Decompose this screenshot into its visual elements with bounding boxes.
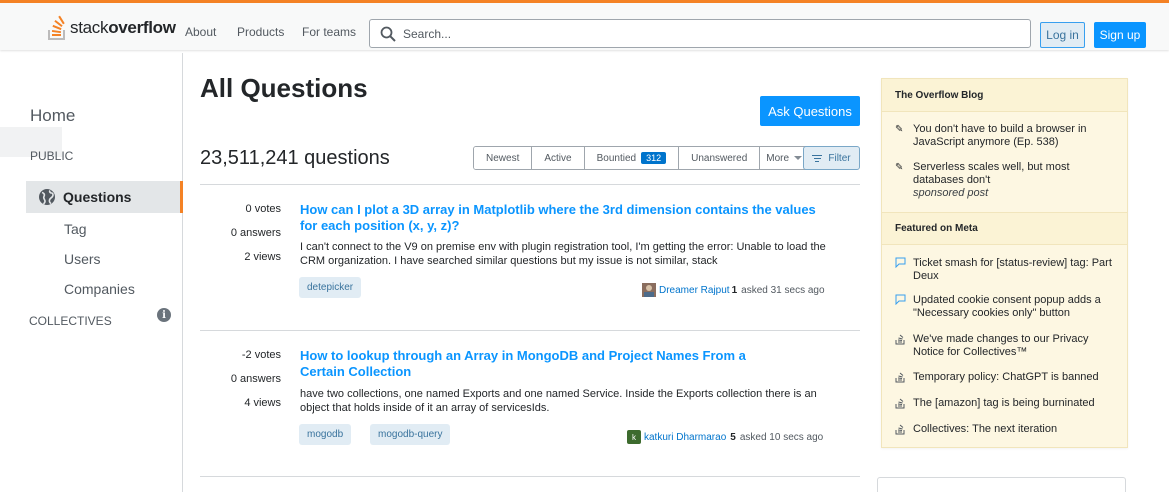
blog-item[interactable]: ✎ You don't have to build a browser in J… bbox=[895, 123, 1120, 149]
sort-filter-group: Newest Active Bountied 312 Unanswered Mo… bbox=[473, 146, 810, 170]
sidebar-item-users[interactable]: Users bbox=[64, 251, 101, 267]
answer-count: 0 answers bbox=[230, 373, 281, 385]
vote-count: 0 votes bbox=[245, 203, 281, 215]
search-icon bbox=[380, 26, 396, 42]
avatar[interactable] bbox=[642, 283, 656, 297]
logo-text: stackoverflow bbox=[70, 18, 176, 37]
filter-active[interactable]: Active bbox=[532, 147, 585, 169]
divider bbox=[200, 476, 860, 477]
filter-icon bbox=[812, 153, 823, 164]
meta-item-text: Temporary policy: ChatGPT is banned bbox=[913, 371, 1099, 383]
vote-count: -2 votes bbox=[241, 349, 281, 361]
view-count: 4 views bbox=[244, 397, 281, 409]
meta-item-text: Updated cookie consent popup adds a "Nec… bbox=[913, 294, 1101, 319]
filter-more-dropdown[interactable]: More bbox=[760, 147, 809, 169]
user-name-link[interactable]: Dreamer Rajput bbox=[659, 285, 730, 296]
search-input[interactable] bbox=[403, 26, 1003, 41]
divider bbox=[200, 330, 860, 331]
meta-item[interactable]: Updated cookie consent popup adds a "Nec… bbox=[895, 294, 1120, 320]
login-button[interactable]: Log in bbox=[1040, 22, 1085, 48]
meta-item-text: The [amazon] tag is being burninated bbox=[913, 397, 1095, 409]
sponsored-label: sponsored post bbox=[913, 187, 989, 199]
pencil-icon: ✎ bbox=[895, 162, 904, 173]
filter-more-label: More bbox=[766, 152, 790, 164]
sidebar-section-public: PUBLIC bbox=[30, 149, 74, 163]
asked-time: asked 10 secs ago bbox=[739, 431, 824, 443]
meta-item[interactable]: Temporary policy: ChatGPT is banned bbox=[895, 371, 1120, 387]
blog-item[interactable]: ✎ Serverless scales well, but most datab… bbox=[895, 161, 1120, 200]
question-title-link[interactable]: How to lookup through an Array in MongoD… bbox=[300, 348, 770, 380]
blog-item-text: Serverless scales well, but most databas… bbox=[913, 161, 1070, 186]
sidebar-item-home[interactable]: Home bbox=[30, 106, 75, 126]
asked-time: asked 31 secs ago bbox=[741, 284, 825, 296]
info-icon[interactable]: i bbox=[157, 308, 171, 322]
search-bar bbox=[369, 19, 1031, 48]
question-meta: Dreamer Rajput 1 asked 31 secs ago bbox=[642, 283, 825, 297]
meta-item-text: Ticket smash for [status-review] tag: Pa… bbox=[913, 257, 1112, 282]
sidebar-item-label: Questions bbox=[63, 189, 132, 205]
question-title-link[interactable]: How can I plot a 3D array in Matplotlib … bbox=[300, 202, 820, 234]
chat-bubble-icon bbox=[895, 257, 913, 283]
meta-item[interactable]: Collectives: The next iteration bbox=[895, 423, 1120, 439]
filter-bountied[interactable]: Bountied 312 bbox=[584, 147, 680, 169]
stack-icon bbox=[895, 333, 913, 359]
stackoverflow-logo-icon bbox=[47, 15, 67, 41]
globe-icon bbox=[39, 189, 55, 205]
meta-item[interactable]: Ticket smash for [status-review] tag: Pa… bbox=[895, 257, 1120, 283]
meta-item[interactable]: The [amazon] tag is being burninated bbox=[895, 397, 1120, 413]
question-tag[interactable]: detepicker bbox=[299, 277, 362, 298]
blog-item-text: You don't have to build a browser in Jav… bbox=[913, 123, 1087, 148]
ask-question-button[interactable]: Ask Questions bbox=[760, 96, 860, 126]
meta-item[interactable]: We've made changes to our Privacy Notice… bbox=[895, 333, 1120, 359]
sidebar-widget-bottom bbox=[877, 477, 1126, 492]
question-tag[interactable]: mogodb-query bbox=[370, 424, 451, 445]
filter-button-label: Filter bbox=[828, 152, 851, 164]
stack-icon bbox=[895, 423, 913, 439]
question-excerpt: I can't connect to the V9 on premise env… bbox=[300, 241, 826, 267]
bountied-count-badge: 312 bbox=[641, 152, 667, 164]
stack-icon bbox=[895, 397, 913, 413]
sidebar-item-tag[interactable]: Tag bbox=[64, 221, 87, 237]
filter-button[interactable]: Filter bbox=[803, 146, 860, 170]
avatar[interactable]: k bbox=[627, 430, 641, 444]
divider bbox=[200, 184, 860, 185]
site-logo[interactable]: stackoverflow bbox=[47, 15, 176, 41]
user-name-link[interactable]: katkuri Dharmarao bbox=[644, 432, 726, 443]
sidebar-section-collectives: COLLECTIVES bbox=[29, 314, 112, 328]
sidebar-item-questions[interactable]: Questions bbox=[26, 181, 183, 213]
question-excerpt: have two collections, one named Exports … bbox=[300, 388, 817, 414]
question-stats: 0 votes 0 answers 2 views bbox=[200, 202, 281, 274]
filter-bountied-label: Bountied bbox=[596, 152, 637, 164]
user-reputation: 5 bbox=[730, 431, 736, 443]
meta-header: Featured on Meta bbox=[882, 212, 1127, 245]
nav-products[interactable]: Products bbox=[237, 25, 284, 39]
pencil-icon: ✎ bbox=[895, 124, 904, 135]
nav-for-teams[interactable]: For teams bbox=[302, 25, 356, 39]
stack-icon bbox=[895, 371, 913, 387]
question-meta: k katkuri Dharmarao 5 asked 10 secs ago bbox=[627, 430, 823, 444]
filter-newest[interactable]: Newest bbox=[474, 147, 533, 169]
blog-sidebar-widget: The Overflow Blog ✎ You don't have to bu… bbox=[881, 78, 1128, 448]
question-count: 23,511,241 questions bbox=[200, 147, 390, 169]
nav-about[interactable]: About bbox=[185, 25, 216, 39]
user-reputation: 1 bbox=[731, 284, 738, 296]
question-tag[interactable]: mogodb bbox=[299, 424, 352, 445]
page-title: All Questions bbox=[200, 73, 368, 103]
meta-item-text: We've made changes to our Privacy Notice… bbox=[913, 333, 1089, 358]
view-count: 2 views bbox=[244, 251, 281, 263]
left-sidebar: Home PUBLIC Questions Tag Users Companie… bbox=[0, 53, 183, 492]
meta-item-text: Collectives: The next iteration bbox=[913, 423, 1058, 435]
chat-bubble-icon bbox=[895, 294, 913, 320]
chevron-down-icon bbox=[794, 156, 803, 160]
top-bar: stackoverflow About Products For teams L… bbox=[0, 0, 1169, 50]
signup-button[interactable]: Sign up bbox=[1094, 22, 1146, 48]
answer-count: 0 answers bbox=[230, 227, 281, 239]
blog-header: The Overflow Blog bbox=[882, 79, 1127, 112]
sidebar-item-companies[interactable]: Companies bbox=[64, 281, 135, 297]
question-stats: -2 votes 0 answers 4 views bbox=[200, 348, 281, 420]
filter-unanswered[interactable]: Unanswered bbox=[679, 147, 761, 169]
